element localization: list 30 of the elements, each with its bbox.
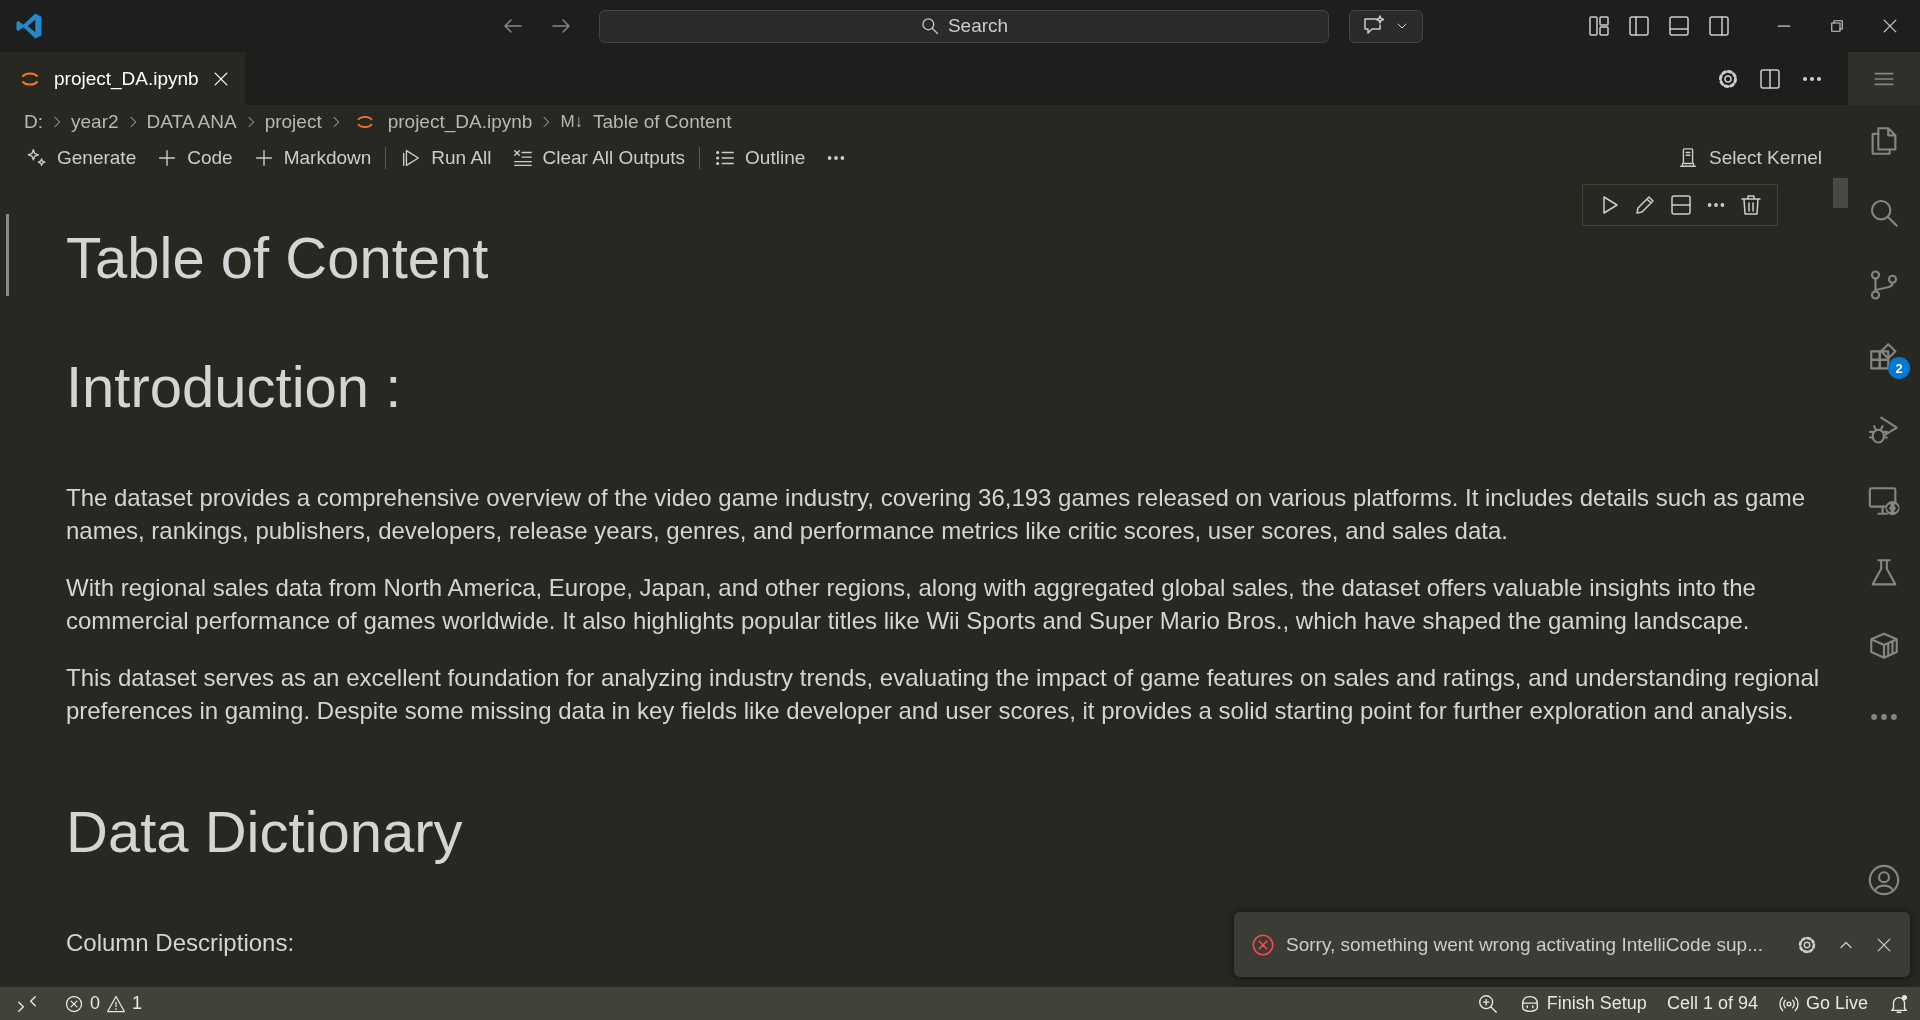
- status-item[interactable]: Cell 1 of 94: [1656, 987, 1768, 1020]
- heading: Table of Content: [66, 224, 489, 292]
- breadcrumb-item[interactable]: DATA ANA: [146, 110, 237, 133]
- paragraph: The dataset provides a comprehensive overview of the video game industry, covering 36,193 games released on various platforms. It includes details such as game names, rankings, publishers, developers, release years, genres, and performance metrics like critic scores, user scores, and sales data.: [66, 483, 1807, 546]
- breadcrumb-item[interactable]: project: [264, 110, 322, 133]
- count-badge: 2: [1888, 357, 1910, 379]
- toolbar-button[interactable]: Run All: [390, 143, 502, 173]
- search-placeholder: Search: [947, 15, 1009, 37]
- kernel-button[interactable]: Select Kernel: [1671, 143, 1828, 173]
- paragraph: This dataset serves as an excellent foundation for analyzing industry trends, evaluating the impact of game features on sales and ratings, and understanding regional preferences in gaming. Despite some missing data in key fields like developer and user scores, it provides a solid starting point for further exploration and analysis.: [66, 663, 1821, 726]
- toolbar-button[interactable]: Outline: [704, 143, 816, 173]
- toolbar-button[interactable]: Code: [146, 143, 243, 173]
- search-field[interactable]: Search: [599, 9, 1329, 43]
- breadcrumb-item[interactable]: Table of Content: [593, 110, 732, 133]
- toolbar-button[interactable]: Generate: [16, 143, 147, 173]
- breadcrumb-item[interactable]: project_DA.ipynb: [387, 110, 533, 133]
- heading: Data Dictionary: [66, 798, 463, 866]
- breadcrumb-item[interactable]: D:: [24, 110, 43, 133]
- notification-message: Sorry, something went wrong activating IntelliCode sup...: [1286, 933, 1763, 956]
- toolbar-button[interactable]: Clear All Outputs: [501, 143, 696, 173]
- paragraph: With regional sales data from North America, Europe, Japan, and other regions, along with aggregated global sales, the dataset offers valuable insights into the commercial performance of games worldwide. It also highlights popular titles like Wii Sports and Super Mario Bros., which have shaped the gaming landscape.: [66, 573, 1757, 636]
- status-item[interactable]: Go Live: [1767, 987, 1878, 1020]
- status-item[interactable]: Finish Setup: [1508, 987, 1657, 1020]
- markdown-icon: M↓: [560, 111, 584, 132]
- editor-tab[interactable]: project_DA.ipynb: [0, 52, 245, 105]
- toolbar-button[interactable]: Markdown: [242, 143, 382, 173]
- heading: Introduction :: [66, 353, 402, 421]
- breadcrumb-item[interactable]: year2: [71, 110, 119, 133]
- paragraph: Column Descriptions:: [66, 928, 295, 958]
- problems-button[interactable]: 0 1: [54, 987, 153, 1020]
